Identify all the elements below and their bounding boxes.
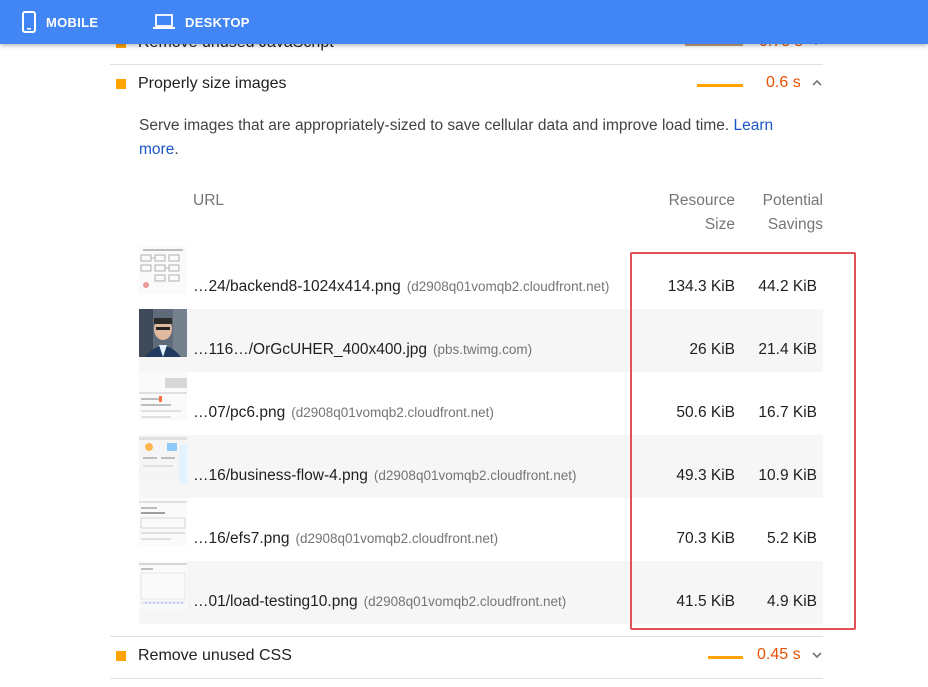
thumbnail-image (139, 498, 187, 546)
resource-url: …116…/OrGcUHER_400x400.jpg (pbs.twimg.com… (193, 341, 532, 359)
resource-url: …01/load-testing10.png (d2908q01vomqb2.cl… (193, 593, 566, 611)
column-header-resource-size: Resource Size (640, 189, 735, 237)
url-host: (d2908q01vomqb2.cloudfront.net) (373, 468, 577, 483)
url-path: …16/efs7.png (193, 530, 290, 547)
savings-bar (708, 656, 743, 659)
thumbnail-image (139, 435, 187, 483)
warning-square-icon (116, 651, 126, 661)
url-host: (d2908q01vomqb2.cloudfront.net) (363, 594, 567, 609)
resource-url: …16/efs7.png (d2908q01vomqb2.cloudfront.n… (193, 530, 498, 548)
header-line: Potential (762, 192, 823, 209)
resource-url: …16/business-flow-4.png (d2908q01vomqb2.c… (193, 467, 577, 485)
url-host: (d2908q01vomqb2.cloudfront.net) (291, 405, 494, 420)
url-path: …07/pc6.png (193, 404, 286, 421)
audit-title: Remove unused CSS (138, 647, 292, 664)
tab-label: DESKTOP (185, 14, 250, 30)
resource-url: …07/pc6.png (d2908q01vomqb2.cloudfront.ne… (193, 404, 494, 422)
header-line: Size (704, 216, 735, 233)
url-path: …01/load-testing10.png (193, 593, 358, 610)
warning-square-icon (116, 79, 126, 89)
url-host: (pbs.twimg.com) (433, 342, 533, 357)
savings-bar (697, 84, 743, 87)
chevron-up-icon[interactable] (810, 76, 824, 90)
tab-mobile[interactable]: MOBILE (22, 0, 98, 44)
thumbnail-image (139, 309, 187, 357)
url-host: (d2908q01vomqb2.cloudfront.net) (295, 531, 499, 546)
divider (110, 678, 823, 679)
url-path: …24/backend8-1024x414.png (193, 278, 401, 295)
laptop-icon (153, 14, 175, 29)
description-period: . (174, 141, 179, 158)
highlight-box (630, 252, 856, 630)
column-header-url: URL (193, 192, 225, 209)
audit-properly-size-images[interactable]: Properly size images 0.6 s (110, 65, 823, 105)
device-toggle-bar: MOBILE DESKTOP (0, 0, 928, 44)
thumbnail-image (139, 372, 187, 420)
audit-description: Serve images that are appropriately-size… (139, 114, 809, 162)
resource-url: …24/backend8-1024x414.png (d2908q01vomqb2… (193, 278, 609, 296)
audit-remove-unused-css[interactable]: Remove unused CSS 0.45 s (110, 637, 823, 677)
audit-value: 0.45 s (757, 646, 801, 663)
thumbnail-image (139, 246, 187, 294)
audit-panel: Remove unused JavaScript 0.75 s Properly… (0, 0, 928, 687)
audit-title: Properly size images (138, 75, 287, 92)
tab-label: MOBILE (46, 14, 99, 30)
url-path: …16/business-flow-4.png (193, 467, 368, 484)
column-header-potential-savings: Potential Savings (733, 189, 823, 237)
chevron-down-icon[interactable] (810, 648, 824, 662)
header-line: Resource (668, 192, 735, 209)
phone-icon (22, 11, 36, 33)
tab-desktop[interactable]: DESKTOP (153, 0, 250, 44)
header-line: Savings (767, 216, 823, 233)
description-text: Serve images that are appropriately-size… (139, 117, 730, 134)
url-host: (d2908q01vomqb2.cloudfront.net) (406, 279, 610, 294)
url-path: …116…/OrGcUHER_400x400.jpg (193, 341, 428, 358)
thumbnail-image (139, 561, 187, 609)
audit-value: 0.6 s (766, 74, 801, 91)
